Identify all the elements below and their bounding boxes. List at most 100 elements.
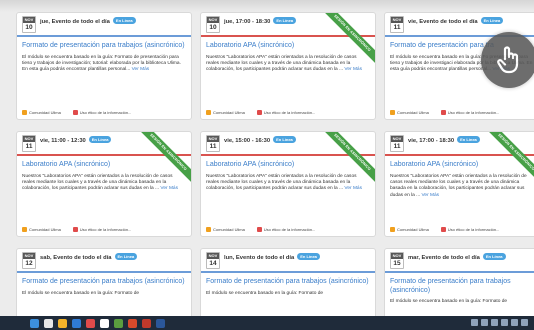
tag-square-icon	[440, 227, 446, 232]
event-time: lun, Evento de todo el día	[224, 255, 295, 261]
event-description: El módulo se encuentra basado en la guía…	[17, 289, 191, 297]
date-badge: NOV 11	[390, 135, 404, 152]
online-badge: En Línea	[457, 136, 480, 143]
taskbar-app-icon[interactable]	[100, 318, 109, 328]
online-badge: En Línea	[88, 136, 112, 143]
touch-overlay-button[interactable]	[481, 32, 534, 88]
os-taskbar	[0, 316, 534, 330]
taskbar-app-icon[interactable]	[142, 318, 151, 328]
online-badge: En Línea	[480, 17, 504, 24]
online-badge: En Línea	[114, 253, 138, 260]
event-card-header: NOV 14 lun, Evento de todo el día En Líne…	[201, 249, 375, 273]
ver-mas-link[interactable]: Ver Más	[344, 186, 362, 191]
date-day: 14	[209, 260, 217, 267]
tray-icon[interactable]	[471, 319, 478, 326]
ver-mas-link[interactable]: Ver Más	[160, 186, 178, 191]
tag-label: Uso ético de la información...	[263, 227, 316, 232]
hand-pointer-icon	[497, 46, 519, 74]
date-day: 15	[393, 260, 401, 267]
event-time: sab, Evento de todo el día	[40, 255, 112, 261]
event-title[interactable]: Laboratorio APA (sincrónico)	[201, 37, 375, 53]
event-time-row: jue, Evento de todo el día En Línea	[40, 17, 136, 25]
tray-icon[interactable]	[491, 319, 498, 326]
tag-square-icon	[22, 227, 27, 232]
event-time: mar, Evento de todo el día	[408, 255, 480, 261]
event-card-header: NOV 10 jue, Evento de todo el día En Líne…	[17, 13, 191, 37]
event-title[interactable]: Laboratorio APA (sincrónico)	[385, 156, 534, 172]
event-description: El módulo se encuentra basado en la guía…	[201, 289, 375, 297]
tag-uso-etico: Uso ético de la información...	[256, 227, 316, 232]
event-tags: Comunidad Ulima Uso ético de la informac…	[22, 110, 186, 115]
tag-square-icon	[256, 227, 262, 232]
event-time-row: vie, Evento de todo el día En Línea	[408, 17, 504, 25]
taskbar-app-icon[interactable]	[114, 318, 123, 328]
event-description: Nuestros "Laboratorios APA" están orient…	[201, 53, 375, 74]
tag-comunidad: Comunidad Ulima	[206, 227, 245, 232]
event-description-text: Nuestros "Laboratorios APA" están orient…	[206, 173, 357, 192]
taskbar-app-icon[interactable]	[156, 318, 165, 328]
ver-mas-link[interactable]: Ver Más	[421, 193, 439, 198]
taskbar-app-icon[interactable]	[44, 318, 53, 328]
tag-square-icon	[72, 227, 78, 232]
start-icon[interactable]	[30, 318, 39, 328]
tag-label: Comunidad Ulima	[397, 110, 429, 115]
event-title[interactable]: Formato de presentación para trabajos (a…	[385, 273, 534, 297]
top-shadow	[0, 0, 534, 12]
browser-icon[interactable]	[72, 318, 81, 328]
folder-icon[interactable]	[58, 318, 67, 328]
online-badge: En Línea	[273, 136, 296, 143]
events-grid: NOV 10 jue, Evento de todo el día En Líne…	[16, 12, 534, 328]
event-time: vie, Evento de todo el día	[408, 19, 478, 25]
event-description-text: El módulo se encuentra basado en la guía…	[22, 54, 181, 73]
event-description-text: Nuestros "Laboratorios APA" están orient…	[22, 173, 173, 192]
tag-comunidad: Comunidad Ulima	[22, 110, 61, 115]
event-title[interactable]: Formato de presentación para trabajos (a…	[201, 273, 375, 289]
date-day: 10	[25, 24, 33, 31]
tag-square-icon	[206, 227, 211, 232]
event-tags: Comunidad Ulima Uso ético de la informac…	[206, 110, 370, 115]
tag-label: Uso ético de la información...	[447, 227, 500, 232]
event-card[interactable]: SESIÓN EN ASINCRÓNICO NOV 11 vie, 15:00 …	[200, 131, 376, 237]
tag-label: Comunidad Ulima	[213, 227, 245, 232]
event-card[interactable]: SESIÓN EN ASINCRÓNICO NOV 11 vie, 11:00 …	[16, 131, 192, 237]
online-badge: En Línea	[273, 17, 297, 24]
date-badge: NOV 12	[22, 252, 36, 269]
tray-icon[interactable]	[511, 319, 518, 326]
event-card[interactable]: SESIÓN EN ASINCRÓNICO NOV 10 jue, 17:00 …	[200, 12, 376, 120]
tray-icon[interactable]	[521, 319, 528, 326]
event-title[interactable]: Laboratorio APA (sincrónico)	[17, 156, 191, 172]
event-tags: Comunidad Ulima Uso ético de la informac…	[390, 227, 534, 232]
event-description: Nuestros "Laboratorios APA" están orient…	[201, 172, 375, 193]
tag-square-icon	[206, 110, 211, 115]
tag-square-icon	[390, 110, 395, 115]
date-badge: NOV 15	[390, 252, 404, 269]
tray-icon[interactable]	[481, 319, 488, 326]
tag-uso-etico: Uso ético de la información...	[72, 110, 131, 115]
ver-mas-link[interactable]: Ver Más	[344, 67, 362, 72]
event-card[interactable]: SESIÓN EN ASINCRÓNICO NOV 11 vie, 17:00 …	[384, 131, 534, 237]
taskbar-app-icon[interactable]	[86, 318, 95, 328]
tray-icon[interactable]	[501, 319, 508, 326]
event-title[interactable]: Formato de presentación para trabajos (a…	[17, 273, 191, 289]
event-description-text: El módulo se encuentra basado en la guía…	[22, 290, 140, 296]
taskbar-app-icon[interactable]	[128, 318, 137, 328]
date-badge: NOV 10	[22, 16, 36, 33]
event-tags: Comunidad Ulima Uso ético de la informac…	[206, 227, 370, 232]
event-card[interactable]: NOV 10 jue, Evento de todo el día En Líne…	[16, 12, 192, 120]
event-description: Nuestros "Laboratorios APA" están orient…	[385, 172, 534, 200]
event-description: El módulo se encuentra basado en la guía…	[17, 53, 191, 74]
event-description-text: El módulo se encuentra basado en la guía…	[206, 290, 324, 296]
event-title[interactable]: Laboratorio APA (sincrónico)	[201, 156, 375, 172]
ver-mas-link[interactable]: Ver Más	[132, 67, 150, 72]
tag-label: Comunidad Ulima	[397, 227, 429, 232]
date-day: 11	[25, 143, 33, 150]
date-badge: NOV 11	[206, 135, 220, 152]
system-tray	[471, 319, 528, 326]
event-time-row: vie, 17:00 - 18:30 En Línea	[408, 136, 480, 144]
tag-uso-etico: Uso ético de la información...	[256, 110, 315, 115]
event-tags: Comunidad Ulima Uso ético de la informac…	[22, 227, 186, 232]
online-badge: En Línea	[482, 253, 506, 260]
date-badge: NOV 11	[22, 135, 36, 152]
event-title[interactable]: Formato de presentación para trabajos (a…	[17, 37, 191, 53]
tag-comunidad: Comunidad Ulima	[206, 110, 245, 115]
